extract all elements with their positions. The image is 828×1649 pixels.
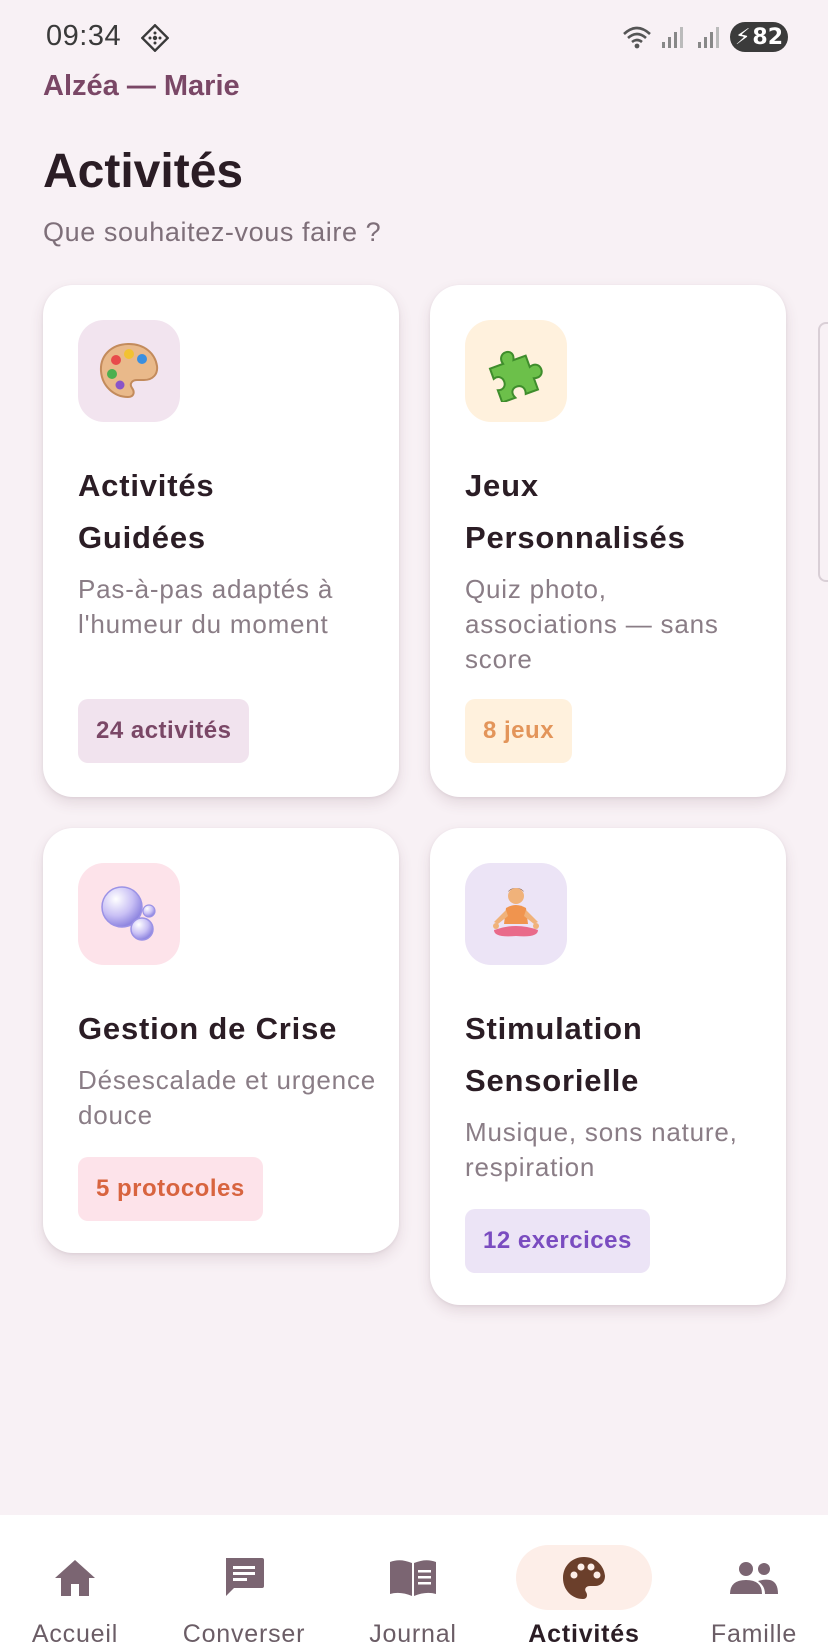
battery-indicator: ⚡ 82 — [730, 22, 788, 52]
home-icon — [55, 1559, 95, 1596]
nav-label: Accueil — [31, 1620, 119, 1648]
card-icon-container — [465, 863, 567, 965]
nav-label: Converser — [182, 1620, 306, 1648]
activity-card-guided[interactable]: Activités Guidées Pas-à-pas adaptés à l'… — [43, 285, 399, 797]
card-description: Musique, sons nature, respiration — [465, 1117, 738, 1182]
card-icon-container — [78, 320, 180, 422]
status-time: 09:34 — [46, 20, 122, 52]
bottom-nav: Accueil Converser Journal Activités Fami… — [0, 1515, 828, 1649]
signal-icon — [662, 27, 683, 48]
nav-label: Activités — [528, 1620, 640, 1648]
card-badge: 12 exercices — [465, 1209, 650, 1273]
card-icon-container — [78, 863, 180, 965]
palette-icon — [563, 1556, 605, 1599]
palette-icon — [99, 342, 159, 399]
card-badge: 8 jeux — [465, 699, 573, 763]
nav-icon-container — [176, 1545, 312, 1610]
app-brand: Alzéa — Marie — [43, 70, 240, 102]
activity-card-sensory[interactable]: Stimulation Sensorielle Musique, sons na… — [430, 828, 786, 1305]
nav-label: Famille — [710, 1620, 798, 1648]
people-icon — [730, 1561, 778, 1594]
nav-icon-container — [516, 1545, 652, 1610]
nav-item-famille[interactable]: Famille — [686, 1515, 822, 1649]
nav-label: Journal — [369, 1620, 457, 1648]
nav-icon-container — [7, 1545, 143, 1610]
bubbles-icon — [101, 886, 156, 941]
activity-card-games[interactable]: Jeux Personnalisés Quiz photo, associati… — [430, 285, 786, 797]
nav-item-activites[interactable]: Activités — [516, 1515, 652, 1649]
puzzle-icon — [488, 350, 543, 402]
nav-icon-container — [686, 1545, 822, 1610]
page-title: Activités — [43, 145, 244, 198]
card-title: Gestion de Crise — [78, 1011, 338, 1046]
signal-icon — [698, 27, 719, 48]
meditation-icon — [493, 888, 539, 937]
card-description: Désescalade et urgence douce — [78, 1065, 377, 1130]
charging-icon: ⚡ — [734, 24, 751, 50]
card-title: Jeux Personnalisés — [465, 468, 686, 555]
card-title: Activités Guidées — [78, 468, 215, 555]
diamond-grid-icon — [141, 24, 169, 52]
battery-level: 82 — [752, 24, 784, 50]
card-title: Stimulation Sensorielle — [465, 1011, 643, 1098]
nav-icon-container — [345, 1545, 481, 1610]
card-icon-container — [465, 320, 567, 422]
nav-item-journal[interactable]: Journal — [345, 1515, 481, 1649]
wifi-icon — [623, 26, 651, 49]
page-subtitle: Que souhaitez-vous faire ? — [43, 217, 382, 247]
card-description: Pas-à-pas adaptés à l'humeur du moment — [78, 574, 334, 639]
activity-card-crisis[interactable]: Gestion de Crise Désescalade et urgence … — [43, 828, 399, 1253]
nav-item-converser[interactable]: Converser — [176, 1515, 312, 1649]
status-indicators: ⚡ 82 — [622, 22, 788, 52]
chat-icon — [226, 1557, 264, 1596]
card-badge: 5 protocoles — [78, 1157, 263, 1221]
nav-item-accueil[interactable]: Accueil — [7, 1515, 143, 1649]
book-icon — [390, 1559, 436, 1596]
scroll-indicator[interactable] — [818, 322, 828, 582]
card-description: Quiz photo, associations — sans score — [465, 574, 719, 674]
card-badge: 24 activités — [78, 699, 250, 763]
status-bar: 09:34 ⚡ 82 — [0, 0, 828, 74]
